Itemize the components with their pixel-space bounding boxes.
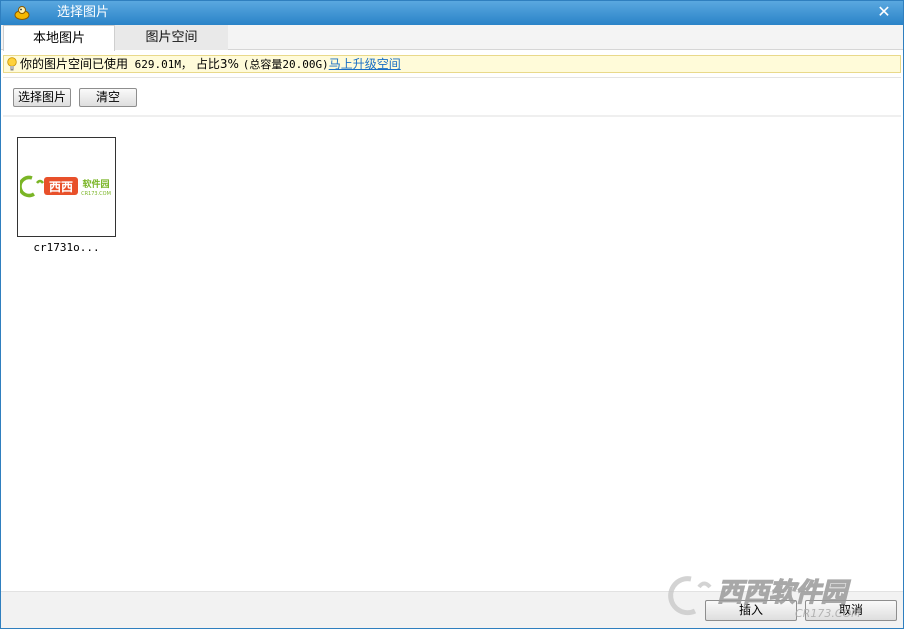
insert-button[interactable]: 插入 xyxy=(705,600,797,621)
title-bar[interactable]: 选择图片 ✕ xyxy=(1,1,903,25)
divider xyxy=(3,115,901,117)
select-image-dialog: 选择图片 ✕ 本地图片 图片空间 你的图片空间已使用 629.01M， 占比3%… xyxy=(0,0,904,629)
window-title: 选择图片 xyxy=(57,5,110,20)
lightbulb-icon xyxy=(7,57,17,71)
app-logo-icon xyxy=(14,6,30,20)
upgrade-space-link[interactable]: 马上升级空间 xyxy=(329,57,401,71)
divider xyxy=(3,77,901,78)
logo-sub-text: 软件园 xyxy=(82,178,109,190)
image-filename: cr1731o... xyxy=(33,241,100,254)
tab-strip: 本地图片 图片空间 xyxy=(1,25,903,51)
cancel-button[interactable]: 取消 xyxy=(805,600,897,621)
select-image-button[interactable]: 选择图片 xyxy=(13,88,71,107)
clear-button[interactable]: 清空 xyxy=(79,88,137,107)
storage-notice: 你的图片空间已使用 629.01M， 占比3% (总容量20.00G)马上升级空… xyxy=(3,55,901,73)
dialog-footer: 插入 取消 xyxy=(1,591,903,628)
image-thumbnail[interactable]: 西西 软件园 CR173.COM xyxy=(17,137,116,237)
notice-total: (总容量20.00G) xyxy=(242,58,329,71)
logo-main-text: 西西 xyxy=(49,180,73,194)
logo-url-text: CR173.COM xyxy=(81,191,111,197)
tab-image-space[interactable]: 图片空间 xyxy=(115,25,228,50)
notice-ratio: 占比3% xyxy=(195,57,239,71)
notice-prefix: 你的图片空间已使用 xyxy=(20,57,129,71)
close-icon[interactable]: ✕ xyxy=(875,3,893,21)
tab-local-images[interactable]: 本地图片 xyxy=(3,25,115,51)
notice-used: 629.01M， xyxy=(128,58,192,71)
cr173-logo-image: 西西 软件园 CR173.COM xyxy=(20,175,111,198)
notice-text: 你的图片空间已使用 629.01M， 占比3% (总容量20.00G)马上升级空… xyxy=(20,56,401,73)
